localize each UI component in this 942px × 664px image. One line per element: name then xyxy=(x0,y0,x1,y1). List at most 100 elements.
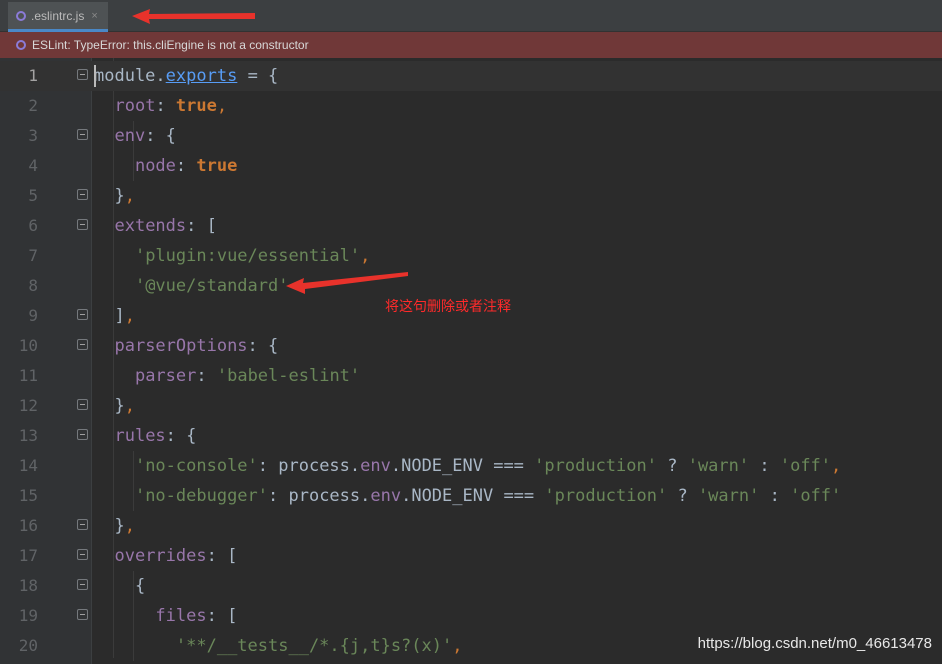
code-token: 'warn' xyxy=(687,456,750,476)
code-token: , xyxy=(216,96,228,116)
code-token: : { xyxy=(165,426,197,446)
code-token: parserOptions xyxy=(114,336,248,356)
line-number: 18 xyxy=(18,576,38,595)
code-line[interactable]: 1 module.exports = { xyxy=(0,61,942,91)
fold-marker-icon[interactable] xyxy=(77,129,88,140)
fold-marker-icon[interactable] xyxy=(77,429,88,440)
code-text: overrides: [ xyxy=(94,545,237,567)
code-line[interactable]: 15 'no-debugger': process.env.NODE_ENV =… xyxy=(0,481,942,511)
fold-marker-icon[interactable] xyxy=(77,69,88,80)
annotation-note: 将这句删除或者注释 xyxy=(385,299,511,315)
code-token: , xyxy=(452,636,463,656)
code-text: { xyxy=(94,575,145,597)
close-icon[interactable]: × xyxy=(91,10,97,22)
code-text: }, xyxy=(94,185,135,207)
code-text: }, xyxy=(94,395,135,417)
code-token: root xyxy=(114,96,156,116)
code-token: : xyxy=(196,366,217,386)
code-lines: 1 module.exports = {2 root: true, 3 env: {… xyxy=(0,61,942,661)
fold-marker-icon[interactable] xyxy=(77,219,88,230)
code-token: : [ xyxy=(186,216,217,236)
code-line[interactable]: 18 { xyxy=(0,571,942,601)
code-token: 'warn' xyxy=(697,486,760,506)
line-number: 3 xyxy=(28,126,38,145)
code-token: ] xyxy=(114,306,125,326)
code-line[interactable]: 16 }, xyxy=(0,511,942,541)
code-token: 'off' xyxy=(790,486,842,506)
code-token: 'babel-eslint' xyxy=(216,366,361,386)
code-text: files: [ xyxy=(94,605,237,627)
fold-marker-icon[interactable] xyxy=(77,579,88,590)
code-editor[interactable]: 1 module.exports = {2 root: true, 3 env: {… xyxy=(0,58,942,664)
line-number: 20 xyxy=(18,636,38,655)
line-number: 2 xyxy=(28,96,38,115)
code-line[interactable]: 17 overrides: [ xyxy=(0,541,942,571)
code-token: : { xyxy=(247,336,279,356)
line-number: 11 xyxy=(18,366,38,385)
eslint-file-icon xyxy=(16,10,26,21)
code-line[interactable]: 13 rules: { xyxy=(0,421,942,451)
code-token: = { xyxy=(237,66,279,86)
code-token: env xyxy=(114,126,146,146)
code-token: rules xyxy=(114,426,166,446)
code-token: , xyxy=(124,516,135,536)
tab-eslintrc[interactable]: .eslintrc.js × xyxy=(8,2,108,32)
code-token: 'off' xyxy=(779,456,832,476)
watermark: https://blog.csdn.net/m0_46613478 xyxy=(697,635,932,652)
code-token: : process. xyxy=(257,456,361,476)
code-token: : xyxy=(759,486,791,506)
code-line[interactable]: 10 parserOptions: { xyxy=(0,331,942,361)
code-line[interactable]: 14 'no-console': process.env.NODE_ENV ==… xyxy=(0,451,942,481)
code-text: ], xyxy=(94,305,135,327)
fold-marker-icon[interactable] xyxy=(77,519,88,530)
line-number: 5 xyxy=(28,186,38,205)
code-line[interactable]: 7 'plugin:vue/essential', xyxy=(0,241,942,271)
line-number: 13 xyxy=(18,426,38,445)
code-token: '@vue/standard' xyxy=(134,276,289,296)
code-text: }, xyxy=(94,515,135,537)
code-text: 'no-console': process.env.NODE_ENV === '… xyxy=(94,455,841,477)
fold-marker-icon[interactable] xyxy=(77,399,88,410)
code-line[interactable]: 12 }, xyxy=(0,391,942,421)
code-line[interactable]: 11 parser: 'babel-eslint' xyxy=(0,361,942,391)
line-number: 9 xyxy=(28,306,38,325)
line-number: 12 xyxy=(18,396,38,415)
code-text: rules: { xyxy=(94,425,196,447)
code-token: 'no-debugger' xyxy=(134,486,269,506)
eslint-icon xyxy=(16,40,26,50)
code-token: , xyxy=(124,396,135,416)
code-token: : process. xyxy=(268,486,371,506)
code-token: { xyxy=(134,576,146,596)
code-token: ? xyxy=(667,486,698,506)
code-token: env xyxy=(370,486,402,506)
code-token: parser xyxy=(134,366,197,386)
code-line[interactable]: 3 env: { xyxy=(0,121,942,151)
code-token: } xyxy=(114,396,125,416)
line-number: 14 xyxy=(18,456,38,475)
code-token: ? xyxy=(656,456,688,476)
fold-marker-icon[interactable] xyxy=(77,609,88,620)
line-number: 16 xyxy=(18,516,38,535)
code-token: extends xyxy=(114,216,187,236)
code-text: parser: 'babel-eslint' xyxy=(94,365,360,387)
fold-marker-icon[interactable] xyxy=(77,549,88,560)
fold-marker-icon[interactable] xyxy=(77,339,88,350)
code-line[interactable]: 4 node: true xyxy=(0,151,942,181)
code-token: , xyxy=(360,246,371,266)
code-token: overrides xyxy=(114,546,207,566)
code-token: : xyxy=(749,456,780,476)
code-token: , xyxy=(124,186,135,206)
code-text: extends: [ xyxy=(94,215,217,237)
code-line[interactable]: 19 files: [ xyxy=(0,601,942,631)
code-token: : { xyxy=(145,126,176,146)
code-line[interactable]: 5 }, xyxy=(0,181,942,211)
code-token: 'no-console' xyxy=(134,456,258,476)
fold-marker-icon[interactable] xyxy=(77,189,88,200)
code-text: 'plugin:vue/essential', xyxy=(94,245,370,267)
code-token: , xyxy=(124,306,135,326)
code-line[interactable]: 6 extends: [ xyxy=(0,211,942,241)
code-line[interactable]: 2 root: true, xyxy=(0,91,942,121)
code-text: node: true xyxy=(94,155,237,177)
fold-marker-icon[interactable] xyxy=(77,309,88,320)
code-token: env xyxy=(360,456,391,476)
